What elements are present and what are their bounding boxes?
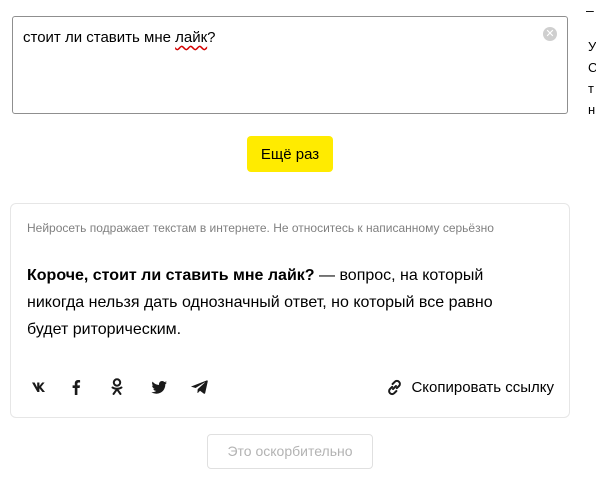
side-letter: т [588, 81, 594, 96]
prompt-input[interactable]: стоит ли ставить мне лайк? ✕ [12, 16, 568, 114]
prompt-text[interactable]: стоит ли ставить мне лайк? [23, 28, 216, 48]
side-dash: – [586, 2, 594, 18]
vk-icon[interactable] [31, 376, 71, 398]
facebook-icon[interactable] [71, 376, 111, 398]
side-letter: У [588, 39, 596, 54]
odnoklassniki-icon[interactable] [111, 376, 151, 398]
prompt-text-start: стоит ли ставить мне [23, 29, 176, 46]
twitter-icon[interactable] [151, 376, 191, 398]
side-clipped-text: У С т н [588, 36, 596, 120]
disclaimer-text: Нейросеть подражает текстам в интернете.… [27, 221, 494, 235]
retry-button[interactable]: Ещё раз [247, 136, 333, 172]
prompt-misspelled-word: лайк [175, 29, 208, 46]
prompt-text-end: ? [207, 29, 216, 46]
result-card: Нейросеть подражает текстам в интернете.… [10, 203, 570, 418]
side-letter: С [588, 60, 596, 75]
clear-icon[interactable]: ✕ [543, 27, 557, 41]
telegram-icon[interactable] [191, 376, 231, 398]
answer-text: Короче, стоит ли ставить мне лайк? — воп… [27, 262, 537, 343]
copy-link-label: Скопировать ссылку [411, 378, 554, 396]
side-letter: н [588, 102, 596, 117]
share-row [31, 376, 231, 398]
offensive-button[interactable]: Это оскорбительно [207, 434, 373, 469]
link-icon [388, 379, 402, 395]
copy-link-button[interactable]: Скопировать ссылку [386, 376, 554, 398]
answer-bold: Короче, стоит ли ставить мне лайк? [27, 267, 315, 284]
